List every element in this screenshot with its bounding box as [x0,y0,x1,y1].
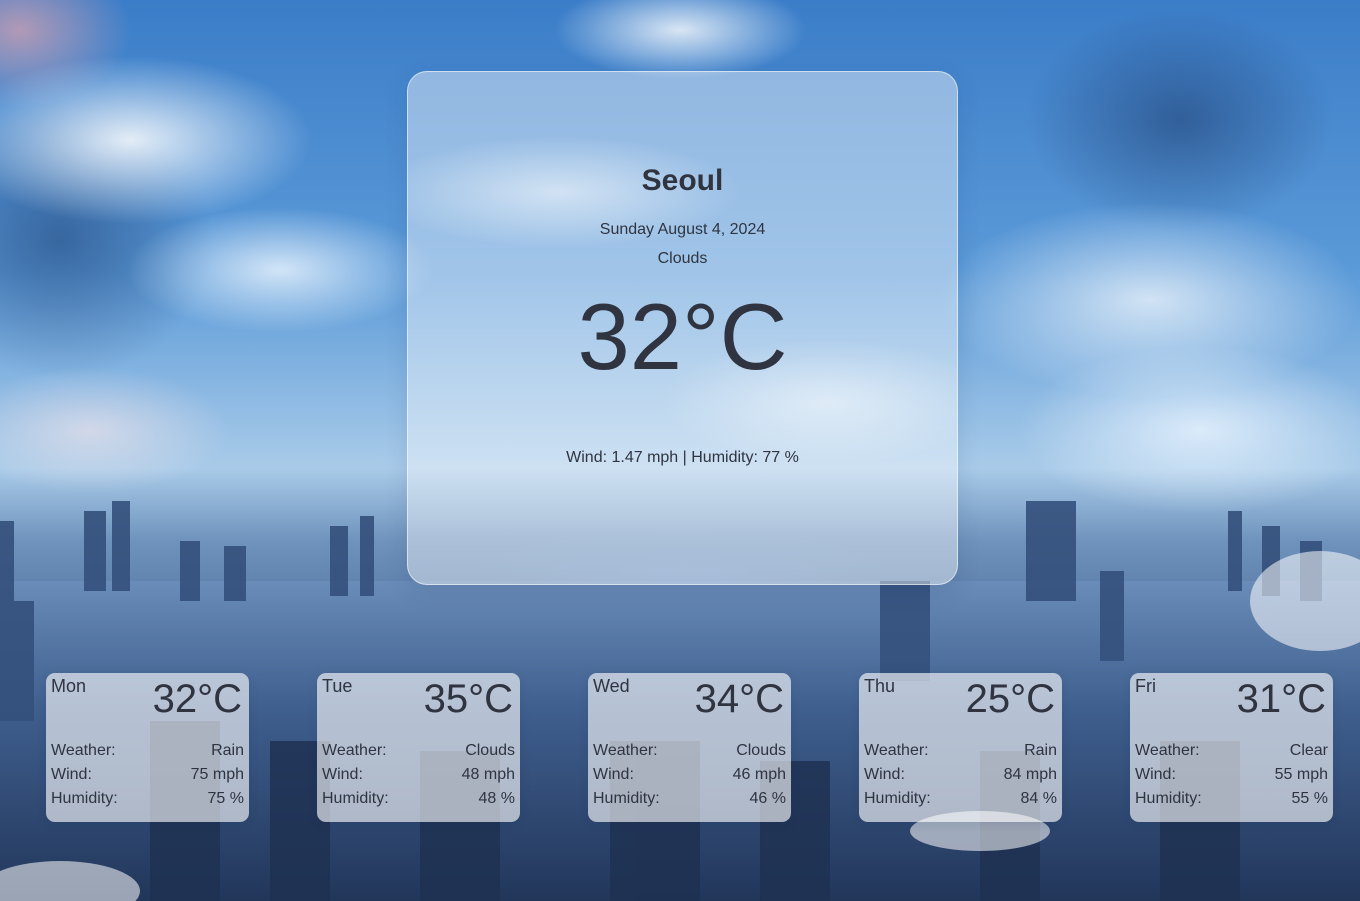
humidity-value: 55 % [1291,790,1328,807]
forecast-temperature: 32°C [152,677,242,721]
wind-humidity-summary: Wind: 1.47 mph | Humidity: 77 % [566,449,799,466]
forecast-wind-row: Wind: 48 mph [322,766,515,784]
forecast-wind-row: Wind: 55 mph [1135,766,1328,784]
forecast-card-wed: Wed 34°C Weather: Clouds Wind: 46 mph Hu… [588,673,791,822]
weather-label: Weather: [51,742,116,759]
forecast-card-tue: Tue 35°C Weather: Clouds Wind: 48 mph Hu… [317,673,520,822]
humidity-label: Humidity: [51,790,118,807]
weather-label: Weather: [864,742,929,759]
current-weather-card: Seoul Sunday August 4, 2024 Clouds 32°C … [407,71,958,585]
forecast-weather-row: Weather: Clear [1135,742,1328,760]
forecast-wind-row: Wind: 75 mph [51,766,244,784]
forecast-day: Thu [864,676,896,696]
forecast-temperature: 25°C [965,677,1055,721]
forecast-humidity-row: Humidity: 46 % [593,790,786,808]
humidity-label: Humidity: [864,790,931,807]
wind-label: Wind: [51,766,92,783]
weather-value: Rain [211,742,244,759]
wind-value: 75 mph [190,766,244,783]
wind-value: 46 mph [732,766,786,783]
forecast-weather-row: Weather: Rain [51,742,244,760]
weather-value: Clouds [736,742,786,759]
current-date: Sunday August 4, 2024 [599,221,766,238]
forecast-temperature: 31°C [1236,677,1326,721]
forecast-wind-row: Wind: 46 mph [593,766,786,784]
weather-value: Rain [1024,742,1057,759]
forecast-humidity-row: Humidity: 55 % [1135,790,1328,808]
wind-label: Wind: [864,766,905,783]
forecast-humidity-row: Humidity: 48 % [322,790,515,808]
forecast-weather-row: Weather: Clouds [593,742,786,760]
weather-value: Clouds [465,742,515,759]
humidity-value: 75 % [207,790,244,807]
forecast-card-thu: Thu 25°C Weather: Rain Wind: 84 mph Humi… [859,673,1062,822]
wind-value: 84 mph [1003,766,1057,783]
wind-label: Wind: [593,766,634,783]
forecast-humidity-row: Humidity: 84 % [864,790,1057,808]
forecast-temperature: 34°C [694,677,784,721]
weather-label: Weather: [1135,742,1200,759]
humidity-value: 84 % [1020,790,1057,807]
humidity-value: 48 % [478,790,515,807]
current-condition: Clouds [657,250,708,267]
forecast-card-fri: Fri 31°C Weather: Clear Wind: 55 mph Hum… [1130,673,1333,822]
forecast-card-mon: Mon 32°C Weather: Rain Wind: 75 mph Humi… [46,673,249,822]
wind-label: Wind: [1135,766,1176,783]
weather-label: Weather: [322,742,387,759]
humidity-label: Humidity: [322,790,389,807]
weather-label: Weather: [593,742,658,759]
forecast-day: Fri [1135,676,1156,696]
wind-value: 48 mph [461,766,515,783]
forecast-humidity-row: Humidity: 75 % [51,790,244,808]
wind-value: 55 mph [1274,766,1328,783]
forecast-wind-row: Wind: 84 mph [864,766,1057,784]
current-temperature: 32°C [577,284,788,389]
forecast-day: Wed [593,676,630,696]
humidity-label: Humidity: [593,790,660,807]
forecast-weather-row: Weather: Rain [864,742,1057,760]
humidity-label: Humidity: [1135,790,1202,807]
forecast-weather-row: Weather: Clouds [322,742,515,760]
forecast-day: Mon [51,676,87,696]
city-name: Seoul [641,164,724,197]
wind-label: Wind: [322,766,363,783]
humidity-value: 46 % [749,790,786,807]
forecast-day: Tue [322,676,353,696]
weather-value: Clear [1289,742,1328,759]
forecast-temperature: 35°C [423,677,513,721]
